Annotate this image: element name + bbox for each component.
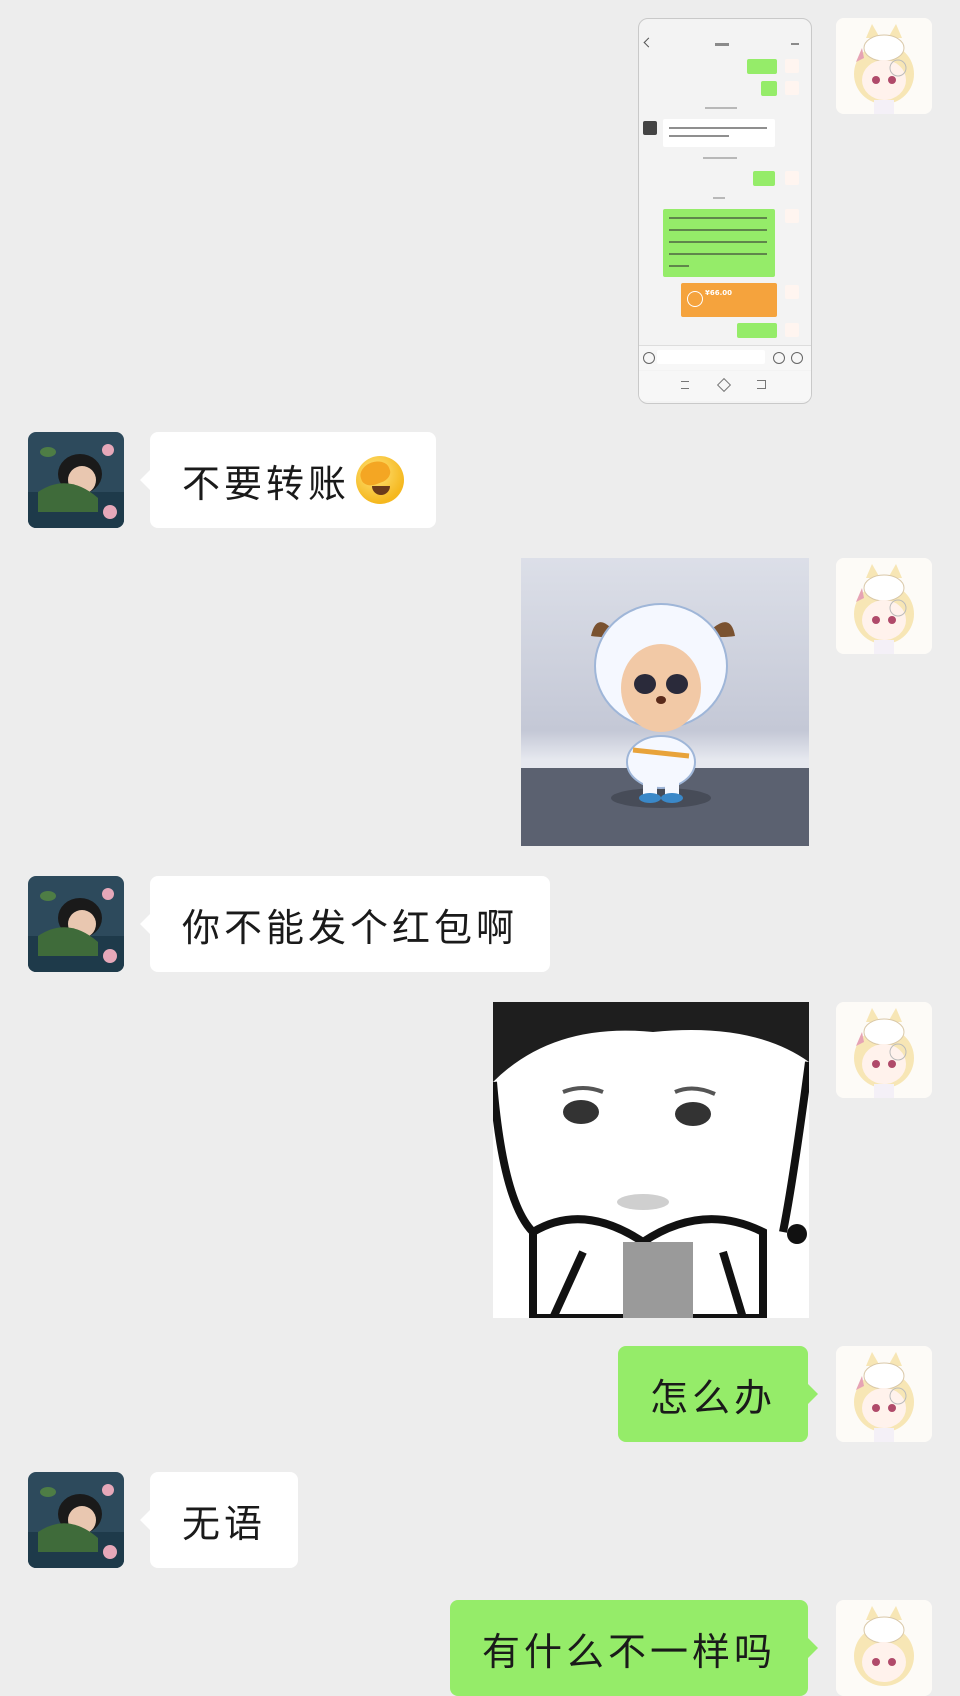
sleeping-girl-avatar-icon bbox=[28, 1472, 124, 1568]
my-avatar[interactable] bbox=[836, 1346, 932, 1442]
message-text: 怎么办 bbox=[649, 1375, 776, 1420]
chat-screenshot-image[interactable]: ¥66.00 bbox=[638, 18, 812, 404]
mini-timestamp bbox=[703, 157, 737, 159]
sleeping-girl-avatar-icon bbox=[28, 432, 124, 528]
anime-girl-avatar-icon bbox=[836, 558, 932, 654]
plus-icon bbox=[791, 352, 803, 364]
mini-avatar bbox=[785, 81, 799, 95]
my-avatar[interactable] bbox=[836, 1600, 932, 1696]
their-avatar[interactable] bbox=[28, 1472, 124, 1568]
mini-avatar-them bbox=[643, 121, 657, 135]
menu-icon bbox=[681, 381, 689, 389]
mini-text bbox=[669, 217, 767, 219]
message-bubble-them[interactable]: 不要转账 bbox=[139, 432, 437, 528]
my-avatar[interactable] bbox=[836, 1002, 932, 1098]
mini-bubble bbox=[761, 81, 777, 96]
message-text: 不要转账 bbox=[182, 461, 351, 506]
message-text: 你不能发个红包啊 bbox=[182, 905, 519, 950]
mini-nav-bar bbox=[639, 371, 811, 401]
face-palm-emoji-icon bbox=[356, 456, 405, 504]
sheep-icon bbox=[591, 603, 735, 808]
home-icon bbox=[716, 377, 732, 393]
message-bubble-me[interactable]: 有什么不一样吗 bbox=[449, 1600, 819, 1696]
my-avatar[interactable] bbox=[836, 18, 932, 114]
mini-bubble bbox=[747, 59, 777, 74]
message-bubble-them[interactable]: 无语 bbox=[139, 1472, 299, 1568]
face-sticker-image[interactable] bbox=[493, 1002, 809, 1318]
message-bubble-them[interactable]: 你不能发个红包啊 bbox=[139, 876, 551, 972]
mini-bubble bbox=[737, 323, 777, 338]
message-bubble-me[interactable]: 怎么办 bbox=[617, 1346, 819, 1442]
return-icon bbox=[757, 380, 766, 389]
my-avatar[interactable] bbox=[836, 558, 932, 654]
their-avatar[interactable] bbox=[28, 876, 124, 972]
mini-input bbox=[657, 350, 765, 364]
mini-avatar bbox=[785, 323, 799, 337]
mini-bubble bbox=[753, 171, 775, 186]
transfer-icon bbox=[687, 291, 703, 307]
mini-text bbox=[669, 127, 767, 129]
mini-avatar bbox=[785, 209, 799, 223]
mini-text bbox=[669, 135, 729, 137]
anime-girl-avatar-icon bbox=[836, 1600, 932, 1696]
anime-girl-avatar-icon bbox=[836, 1002, 932, 1098]
mini-text bbox=[669, 229, 767, 231]
anime-girl-avatar-icon bbox=[836, 18, 932, 114]
mini-avatar bbox=[785, 59, 799, 73]
message-text: 无语 bbox=[182, 1501, 267, 1546]
screenshot-title bbox=[715, 43, 729, 46]
back-icon bbox=[643, 37, 654, 48]
transfer-amount: ¥66.00 bbox=[705, 289, 733, 297]
mini-avatar bbox=[785, 285, 799, 299]
voice-icon bbox=[643, 352, 655, 364]
mini-bubble bbox=[663, 119, 775, 147]
mini-text bbox=[669, 265, 689, 267]
more-icon bbox=[791, 43, 799, 45]
anime-girl-avatar-icon bbox=[836, 1346, 932, 1442]
mini-timestamp bbox=[705, 107, 737, 109]
their-avatar[interactable] bbox=[28, 432, 124, 528]
mini-transfer-card: ¥66.00 bbox=[681, 283, 777, 317]
face-drawing-icon bbox=[493, 1002, 809, 1318]
mini-text bbox=[669, 241, 767, 243]
emoji-icon bbox=[773, 352, 785, 364]
mini-avatar bbox=[785, 171, 799, 185]
mini-timestamp bbox=[713, 197, 725, 199]
mini-input-bar bbox=[639, 345, 811, 370]
message-text: 有什么不一样吗 bbox=[481, 1629, 776, 1674]
sheep-sticker-image[interactable] bbox=[521, 558, 809, 846]
mini-text bbox=[669, 253, 767, 255]
sleeping-girl-avatar-icon bbox=[28, 876, 124, 972]
